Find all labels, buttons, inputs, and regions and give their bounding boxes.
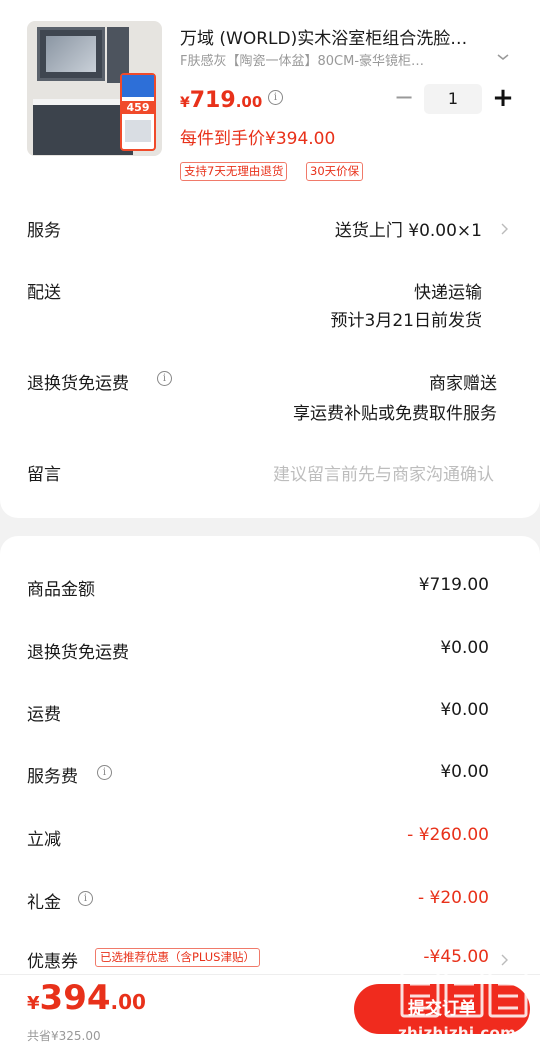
total-decimal: .00 <box>110 990 146 1014</box>
goods-amount-value: ¥719.00 <box>418 575 489 595</box>
info-icon[interactable]: i <box>157 371 172 386</box>
service-fee-label: 服务费 <box>27 767 78 787</box>
total-price: ¥394.00 <box>27 978 146 1018</box>
total-integer: 394 <box>39 978 111 1018</box>
instant-discount-label: 立减 <box>27 830 61 850</box>
coupon-value[interactable]: -¥45.00 <box>423 947 489 967</box>
quantity-increase-button[interactable]: + <box>492 84 514 114</box>
quantity-decrease-button[interactable]: − <box>394 85 414 110</box>
delivery-label: 配送 <box>27 283 61 303</box>
product-price: ¥719.00 <box>180 88 262 113</box>
service-label: 服务 <box>27 221 61 241</box>
product-title[interactable]: 万域 (WORLD)实木浴室柜组合洗脸… <box>180 24 500 49</box>
price-protection-tag: 30天价保 <box>306 162 364 181</box>
deal-price: 每件到手价¥394.00 <box>180 129 336 149</box>
gift-money-value: - ¥20.00 <box>417 888 489 908</box>
info-icon[interactable]: i <box>97 765 112 780</box>
service-fee-value: ¥0.00 <box>440 762 489 782</box>
delivery-method: 快递运输 <box>414 283 482 303</box>
chevron-down-icon[interactable] <box>496 50 510 64</box>
goods-amount-label: 商品金额 <box>27 580 95 600</box>
price-integer: 719 <box>189 88 236 113</box>
return-fee-label: 退换货免运费 <box>27 643 129 663</box>
shipping-label: 运费 <box>27 705 61 725</box>
service-value[interactable]: 送货上门 ¥0.00×1 <box>335 216 482 241</box>
return-policy-tag: 支持7天无理由退货 <box>180 162 288 181</box>
total-saved: 共省¥325.00 <box>27 1029 101 1043</box>
quantity-field[interactable]: 1 <box>424 84 482 114</box>
chevron-right-icon[interactable] <box>498 222 510 236</box>
total-symbol: ¥ <box>27 993 40 1014</box>
promo-badge: 459 <box>120 73 156 151</box>
gift-money-label: 礼金 <box>27 893 61 913</box>
message-input[interactable]: 建议留言前先与商家沟通确认 <box>273 460 494 485</box>
info-icon[interactable]: i <box>78 891 93 906</box>
price-symbol: ¥ <box>180 95 190 111</box>
message-label: 留言 <box>27 465 61 485</box>
product-image[interactable]: 459 <box>27 21 162 156</box>
chevron-right-icon[interactable] <box>498 953 510 967</box>
return-shipping-benefit: 享运费补贴或免费取件服务 <box>293 404 497 424</box>
product-spec[interactable]: F肤感灰【陶瓷一体盆】80CM-豪华镜柜… <box>180 50 460 69</box>
vanity-cabinet-graphic <box>33 105 133 155</box>
return-shipping-label: 退换货免运费 <box>27 374 129 394</box>
instant-discount-value: - ¥260.00 <box>407 825 489 845</box>
watermark-text: zhizhizhi.com <box>398 1024 517 1042</box>
mirror-cabinet-graphic <box>37 27 105 81</box>
promo-badge-price: 459 <box>122 101 154 114</box>
coupon-label: 优惠券 <box>27 952 78 972</box>
delivery-estimate: 预计3月21日前发货 <box>330 311 482 331</box>
return-fee-value: ¥0.00 <box>440 638 489 658</box>
coupon-tag: 已选推荐优惠（含PLUS津贴） <box>95 948 260 967</box>
shipping-value: ¥0.00 <box>440 700 489 720</box>
info-icon[interactable]: i <box>268 90 283 105</box>
price-decimal: .00 <box>235 93 263 111</box>
return-shipping-provider: 商家赠送 <box>429 374 497 394</box>
